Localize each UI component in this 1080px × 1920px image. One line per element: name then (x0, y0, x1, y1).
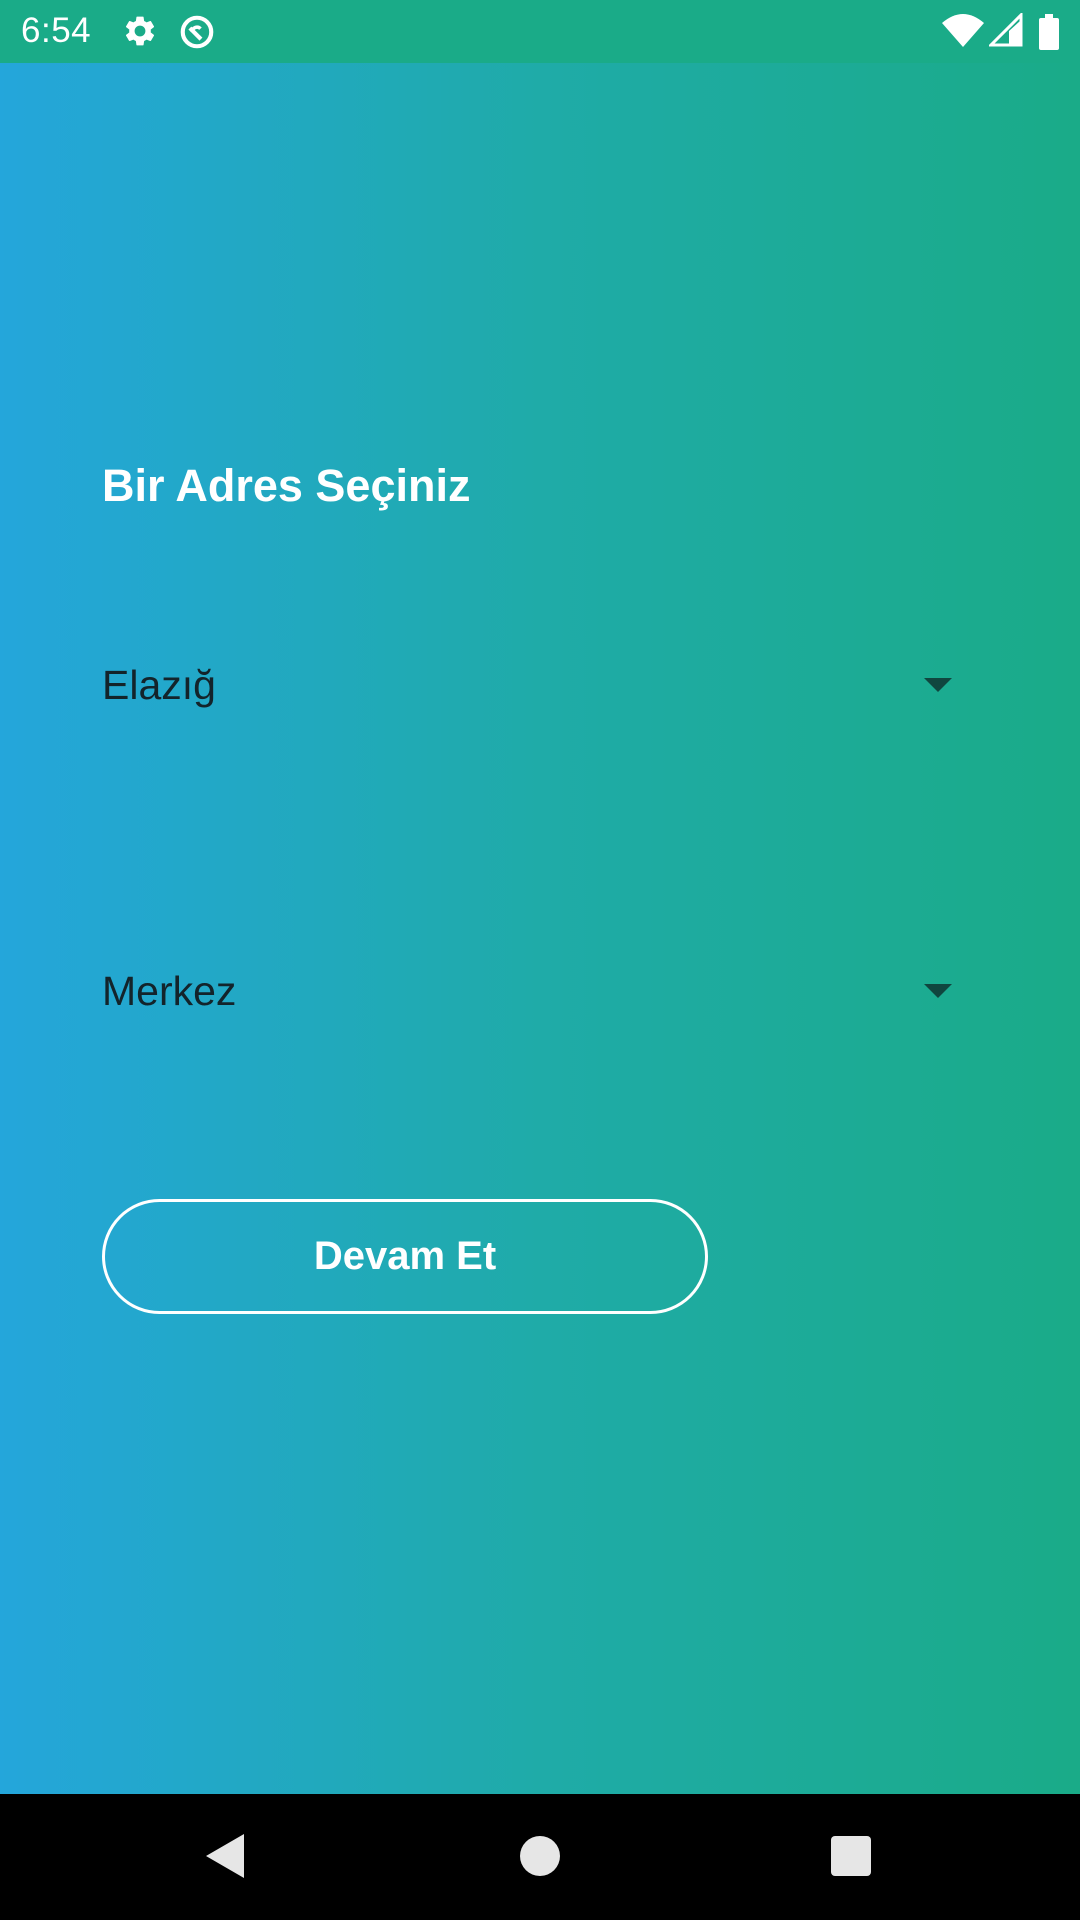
district-dropdown-value: Merkez (102, 968, 237, 1014)
home-button[interactable] (520, 1836, 560, 1876)
continue-button[interactable]: Devam Et (102, 1199, 708, 1314)
status-bar: 6:54 (0, 0, 1080, 63)
gear-icon (122, 13, 158, 54)
battery-icon (1038, 14, 1060, 55)
city-dropdown-value: Elazığ (102, 662, 216, 708)
navigation-bar (0, 1794, 1080, 1920)
district-dropdown[interactable]: Merkez (102, 952, 952, 1032)
address-selection-page: Bir Adres Seçiniz Elazığ Merkez Devam Et (0, 63, 1080, 1794)
city-dropdown[interactable]: Elazığ (102, 646, 952, 726)
wifi-icon (942, 13, 984, 54)
chevron-down-icon (924, 984, 952, 998)
sync-icon (178, 13, 216, 56)
cell-signal-icon (987, 11, 1023, 52)
back-button[interactable] (206, 1834, 246, 1878)
page-title: Bir Adres Seçiniz (102, 460, 471, 511)
back-icon (206, 1834, 244, 1878)
app-screen: 6:54 Bir Adres Seçiniz Elazığ Merkez Dev… (0, 0, 1080, 1920)
status-time: 6:54 (21, 11, 92, 50)
chevron-down-icon (924, 678, 952, 692)
recents-button[interactable] (831, 1836, 871, 1876)
